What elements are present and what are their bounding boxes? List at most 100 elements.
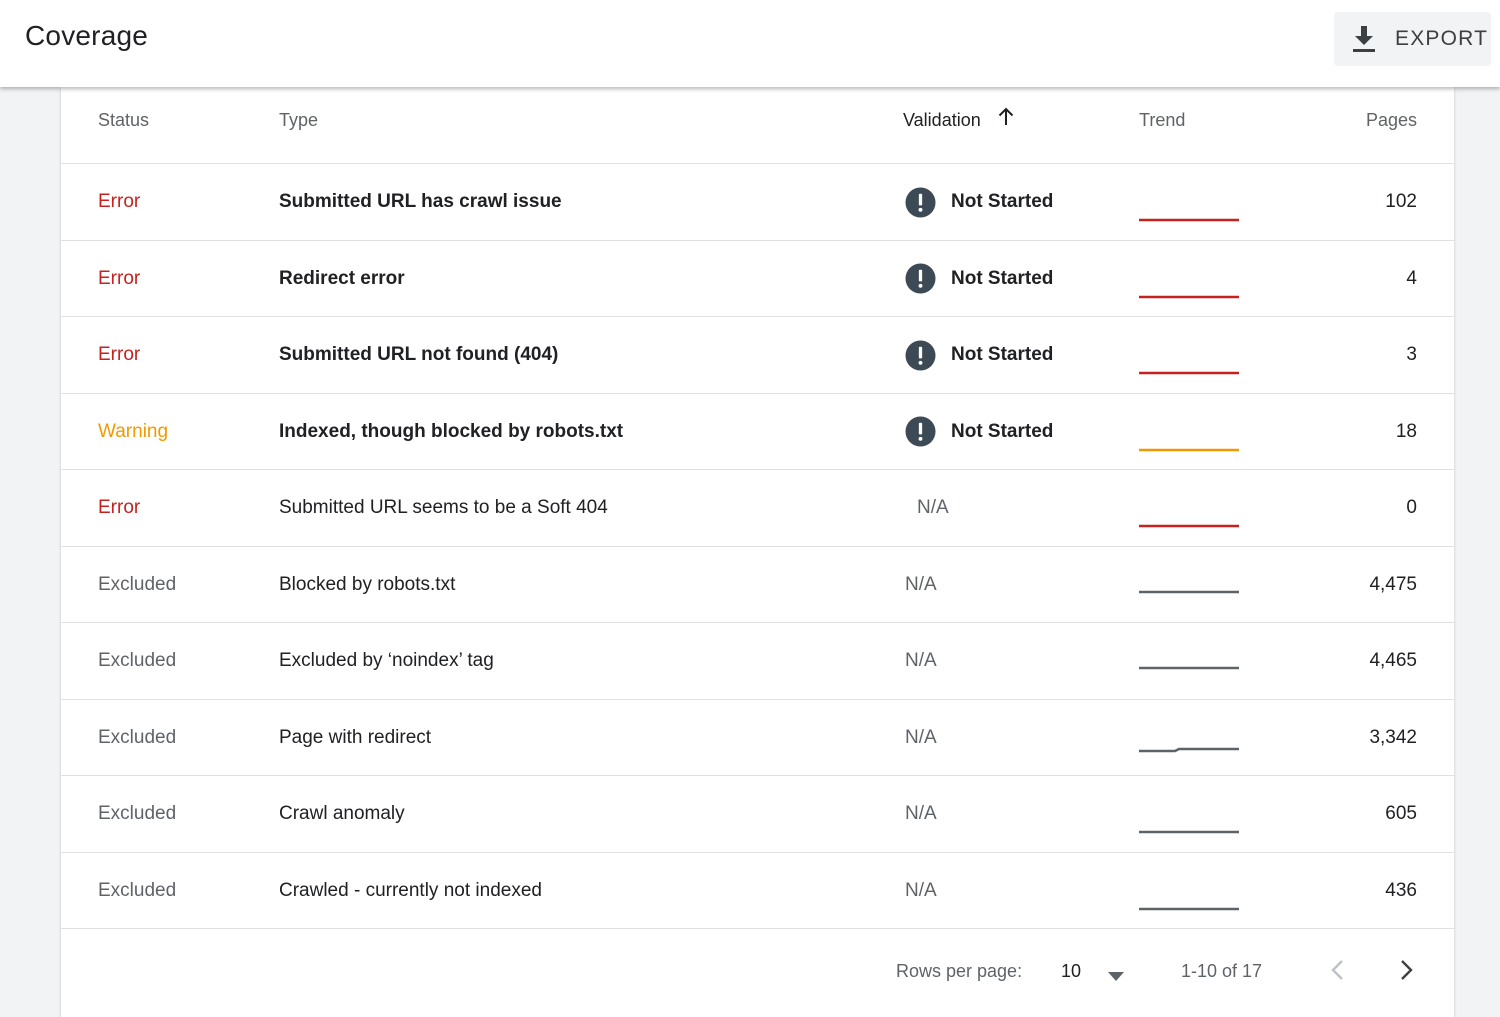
trend-sparkline [1139,590,1239,593]
type-cell: Redirect error [279,267,405,289]
table-row[interactable]: Excluded Page with redirect N/A 3,342 [61,700,1454,776]
validation-status-label: N/A [905,573,937,595]
column-header-status[interactable]: Status [98,110,149,131]
table-row[interactable]: Excluded Blocked by robots.txt N/A 4,475 [61,547,1454,623]
validation-cell: Not Started [905,394,1053,470]
status-cell: Error [98,191,141,212]
pages-cell: 436 [1385,879,1417,901]
validation-status-label: Not Started [951,191,1054,212]
trend-cell [1139,623,1239,699]
table-row[interactable]: Error Submitted URL not found (404) Not St… [61,317,1454,394]
table-row[interactable]: Error Redirect error Not Started 4 [61,241,1454,317]
validation-cell: N/A [905,623,937,699]
pages-cell: 605 [1385,803,1417,824]
exclamation-circle-icon [905,339,936,371]
trend-sparkline [1139,371,1239,375]
validation-status-label: Not Started [951,420,1054,442]
type-cell: Blocked by robots.txt [279,573,456,595]
table-row[interactable]: Excluded Crawled - currently not indexed N… [61,853,1454,929]
type-cell: Crawled - currently not indexed [279,879,542,901]
pages-cell: 4,465 [1369,650,1417,671]
validation-status-label: N/A [917,497,949,518]
pages-cell: 4 [1406,267,1417,289]
trend-cell [1139,776,1239,852]
validation-cell: N/A [905,547,937,623]
table-row[interactable]: Warning Indexed, though blocked by robots… [61,394,1454,470]
status-cell: Error [98,267,141,289]
exclamation-circle-icon [905,263,936,294]
trend-cell [1139,547,1239,623]
type-cell: Crawl anomaly [279,803,405,824]
type-cell: Submitted URL not found (404) [279,344,559,365]
trend-cell [1139,853,1239,929]
validation-cell: N/A [905,853,937,929]
validation-cell: Not Started [905,317,1053,393]
exclamation-circle-icon [905,186,936,218]
rows-per-page-select[interactable]: 10 [1061,961,1081,982]
trend-sparkline [1139,747,1239,752]
pagination: Rows per page: 10 1-10 of 17 [61,929,1454,1009]
type-cell: Submitted URL seems to be a Soft 404 [279,497,608,518]
type-cell: Page with redirect [279,726,432,748]
table-row[interactable]: Error Submitted URL has crawl issue Not St… [61,164,1454,241]
trend-sparkline [1139,218,1239,222]
export-button-label: EXPORT [1395,27,1489,50]
column-header-type[interactable]: Type [279,110,318,131]
trend-sparkline [1139,295,1239,298]
status-cell: Excluded [98,879,177,901]
validation-cell: N/A [905,776,937,852]
validation-cell: N/A [905,470,949,546]
validation-cell: N/A [905,700,937,776]
trend-cell [1139,700,1239,776]
pagination-range: 1-10 of 17 [1181,961,1263,981]
status-cell: Excluded [98,726,177,748]
coverage-table: Status Type Validation Trend Pages Error… [61,87,1454,1017]
pages-cell: 102 [1385,191,1417,212]
exclamation-circle-icon [905,416,936,447]
trend-sparkline [1139,448,1239,451]
validation-cell: Not Started [905,164,1053,240]
status-cell: Error [98,497,141,518]
trend-sparkline [1139,907,1239,910]
validation-status-label: Not Started [951,267,1054,289]
trend-cell [1139,164,1239,240]
validation-status-label: N/A [905,803,937,824]
status-cell: Error [98,344,141,365]
app-header: Coverage EXPORT [0,0,1500,87]
rows-per-page-label: Rows per page: [896,961,1023,981]
table-row[interactable]: Excluded Excluded by ‘noindex’ tag N/A 4,46… [61,623,1454,700]
validation-status-label: N/A [905,650,937,671]
trend-line [1139,747,1239,752]
trend-sparkline [1139,830,1239,834]
pages-cell: 3 [1406,344,1417,365]
arrow-upward-icon[interactable] [997,107,1015,127]
trend-cell [1139,241,1239,317]
column-header-validation[interactable]: Validation [903,110,981,131]
validation-status-label: Not Started [951,344,1054,365]
table-row[interactable]: Excluded Crawl anomaly N/A 605 [61,776,1454,853]
status-cell: Excluded [98,650,177,671]
type-cell: Indexed, though blocked by robots.txt [279,420,624,442]
type-cell: Submitted URL has crawl issue [279,191,562,212]
validation-status-label: N/A [905,879,937,901]
type-cell: Excluded by ‘noindex’ tag [279,650,494,671]
table-row[interactable]: Error Submitted URL seems to be a Soft 40… [61,470,1454,547]
status-cell: Excluded [98,803,177,824]
trend-cell [1139,317,1239,393]
pages-cell: 4,475 [1369,573,1417,595]
trend-sparkline [1139,524,1239,528]
trend-cell [1139,470,1239,546]
pages-cell: 0 [1406,497,1417,518]
trend-sparkline [1139,666,1239,670]
validation-cell: Not Started [905,241,1053,317]
column-header-trend[interactable]: Trend [1139,110,1185,131]
trend-cell [1139,394,1239,470]
export-button[interactable]: EXPORT [1334,12,1491,66]
status-cell: Warning [98,420,169,442]
column-header-pages[interactable]: Pages [1366,110,1417,131]
validation-status-label: N/A [905,726,937,748]
download-icon [1353,26,1375,52]
pages-cell: 18 [1395,420,1417,442]
status-cell: Excluded [98,573,177,595]
pages-cell: 3,342 [1369,726,1417,748]
